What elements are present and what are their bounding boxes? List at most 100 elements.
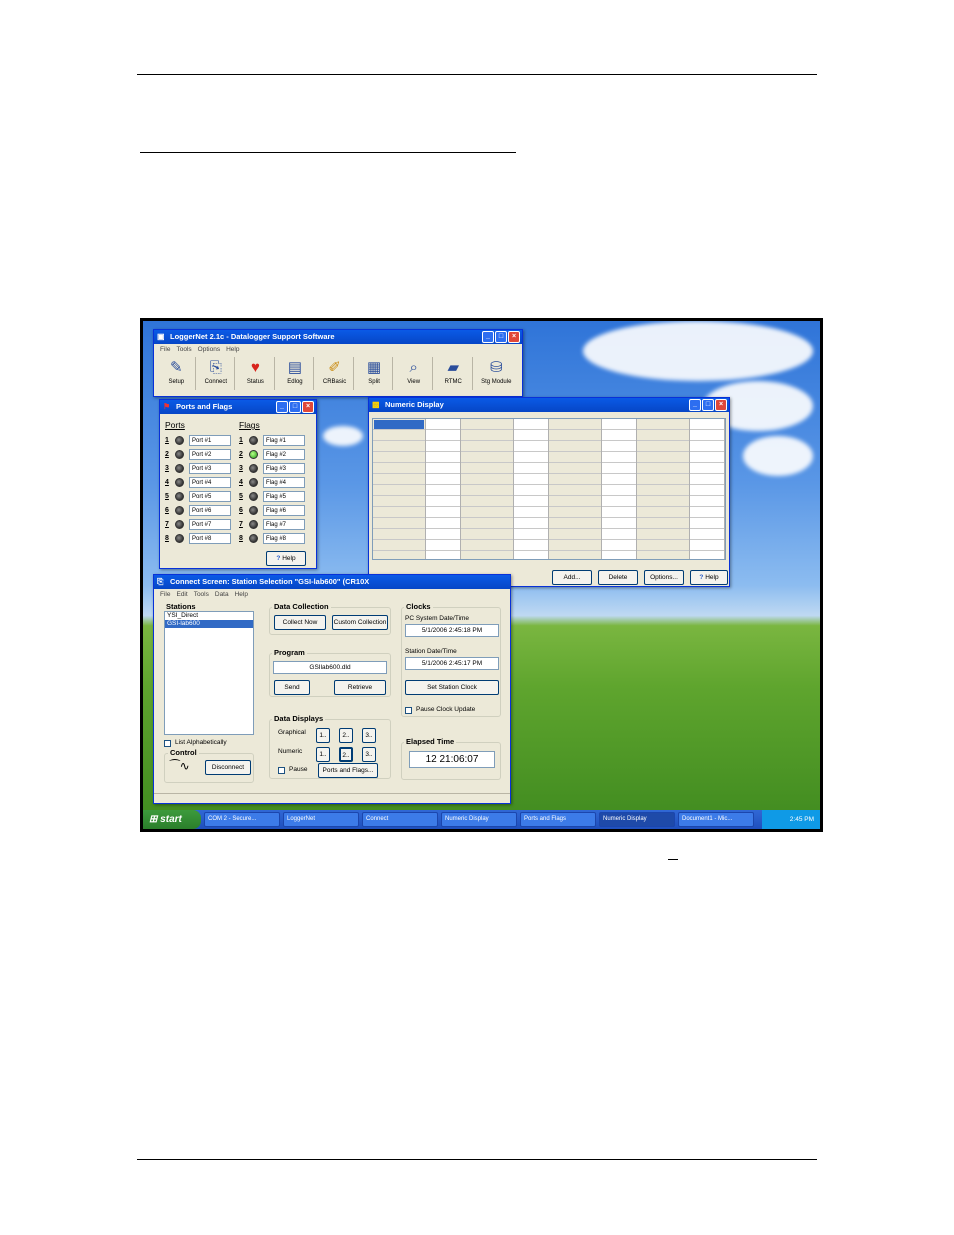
flag-name-field[interactable]: Flag #1 [263, 434, 305, 446]
flag-name-field[interactable]: Flag #2 [263, 448, 305, 460]
port-indicator-icon[interactable] [175, 477, 184, 487]
minimize-button[interactable]: _ [482, 331, 494, 343]
station-item[interactable]: YSI_Direct [165, 612, 253, 620]
menu-data[interactable]: Data [215, 589, 229, 600]
port-name-field[interactable]: Port #1 [189, 434, 231, 446]
retrieve-button[interactable]: Retrieve [334, 680, 386, 695]
flag-indicator-icon[interactable] [249, 477, 258, 487]
port-name-field[interactable]: Port #2 [189, 448, 231, 460]
taskbar-item[interactable]: Connect [362, 812, 438, 827]
setup-button[interactable]: ✎ Setup [158, 357, 196, 390]
numeric-3-button[interactable]: 3.. [362, 747, 376, 762]
close-button[interactable]: × [715, 399, 727, 411]
port-name-field[interactable]: Port #5 [189, 490, 231, 502]
numeric-2-button[interactable]: 2.. [339, 747, 353, 762]
options-button[interactable]: Options... [644, 570, 684, 585]
list-alphabetically-checkbox[interactable] [164, 740, 171, 747]
menu-file[interactable]: File [160, 344, 170, 355]
minimize-button[interactable]: _ [689, 399, 701, 411]
port-row: 4 Port #4 [165, 476, 231, 488]
port-indicator-icon[interactable] [175, 449, 184, 459]
minimize-button[interactable]: _ [276, 401, 288, 413]
maximize-button[interactable]: □ [289, 401, 301, 413]
port-indicator-icon[interactable] [175, 463, 184, 473]
pause-checkbox[interactable] [278, 767, 285, 774]
flag-name-field[interactable]: Flag #4 [263, 476, 305, 488]
disconnect-button[interactable]: Disconnect [205, 760, 251, 775]
menu-help[interactable]: Help [226, 344, 239, 355]
connect-button[interactable]: ⎘ Connect [198, 357, 236, 390]
numeric-display-titlebar[interactable]: ▩ Numeric Display _ □ × [369, 398, 729, 412]
flag-indicator-icon[interactable] [249, 491, 258, 501]
ports-flags-titlebar[interactable]: ⚑ Ports and Flags _ □ × [160, 400, 316, 414]
port-name-field[interactable]: Port #3 [189, 462, 231, 474]
close-button[interactable]: × [508, 331, 520, 343]
pause-clock-update-checkbox[interactable] [405, 707, 412, 714]
numeric-1-button[interactable]: 1.. [316, 747, 330, 762]
station-item-selected[interactable]: GSI-lab600 [165, 620, 253, 628]
tray-clock[interactable]: 2:45 PM [790, 816, 814, 823]
start-button[interactable]: ⊞ start [143, 810, 201, 829]
view-button[interactable]: ⌕ View [395, 357, 433, 390]
port-name-field[interactable]: Port #8 [189, 532, 231, 544]
graphical-2-button[interactable]: 2.. [339, 728, 353, 743]
taskbar-item[interactable]: Numeric Display [441, 812, 517, 827]
collect-now-button[interactable]: Collect Now [274, 615, 326, 630]
maximize-button[interactable]: □ [495, 331, 507, 343]
maximize-button[interactable]: □ [702, 399, 714, 411]
flag-name-field[interactable]: Flag #8 [263, 532, 305, 544]
taskbar-item[interactable]: Document1 - Mic... [678, 812, 754, 827]
taskbar-item-active[interactable]: Numeric Display [599, 812, 675, 827]
close-button[interactable]: × [302, 401, 314, 413]
graphical-1-button[interactable]: 1.. [316, 728, 330, 743]
flag-name-field[interactable]: Flag #3 [263, 462, 305, 474]
port-indicator-icon[interactable] [175, 533, 184, 543]
set-station-clock-button[interactable]: Set Station Clock [405, 680, 499, 695]
menu-help[interactable]: Help [235, 589, 248, 600]
delete-button[interactable]: Delete [598, 570, 638, 585]
graphical-3-button[interactable]: 3.. [362, 728, 376, 743]
stations-list[interactable]: YSI_Direct GSI-lab600 [164, 611, 254, 735]
crbasic-button[interactable]: ✐ CRBasic [316, 357, 354, 390]
program-file-field[interactable]: GSIlab600.dld [273, 661, 387, 674]
main-titlebar[interactable]: ▣ LoggerNet 2.1c - Datalogger Support So… [154, 330, 522, 344]
split-button[interactable]: ▦ Split [356, 357, 394, 390]
flag-name-field[interactable]: Flag #5 [263, 490, 305, 502]
menu-options[interactable]: Options [198, 344, 220, 355]
flag-name-field[interactable]: Flag #7 [263, 518, 305, 530]
port-name-field[interactable]: Port #7 [189, 518, 231, 530]
add-button[interactable]: Add... [552, 570, 592, 585]
port-indicator-icon[interactable] [175, 519, 184, 529]
port-name-field[interactable]: Port #6 [189, 504, 231, 516]
status-button[interactable]: ♥ Status [237, 357, 275, 390]
split-icon: ▦ [367, 359, 382, 376]
port-indicator-icon[interactable] [175, 491, 184, 501]
port-name-field[interactable]: Port #4 [189, 476, 231, 488]
menu-edit[interactable]: Edit [176, 589, 187, 600]
connect-titlebar[interactable]: ⎘ Connect Screen: Station Selection "GSI… [154, 575, 510, 589]
taskbar-item[interactable]: Ports and Flags [520, 812, 596, 827]
flag-indicator-icon[interactable] [249, 519, 258, 529]
help-button[interactable]: ? Help [266, 551, 306, 566]
flag-indicator-icon[interactable] [249, 505, 258, 515]
custom-collection-button[interactable]: Custom Collection [332, 615, 388, 630]
menu-tools[interactable]: Tools [194, 589, 209, 600]
help-button[interactable]: ? Help [690, 570, 728, 585]
ports-and-flags-button[interactable]: Ports and Flags... [318, 763, 378, 778]
taskbar-item[interactable]: COM 2 - Secure... [204, 812, 280, 827]
flag-indicator-icon[interactable] [249, 435, 258, 445]
flag-indicator-icon[interactable] [249, 533, 258, 543]
storage-module-button[interactable]: ⛁ Stg Module [475, 357, 518, 390]
send-button[interactable]: Send [274, 680, 310, 695]
edlog-button[interactable]: ▤ Edlog [277, 357, 315, 390]
flag-indicator-icon[interactable] [249, 463, 258, 473]
flag-indicator-icon[interactable] [249, 449, 258, 459]
menu-tools[interactable]: Tools [176, 344, 191, 355]
rtmc-button[interactable]: ▰ RTMC [435, 357, 473, 390]
numeric-grid[interactable] [372, 418, 726, 560]
port-indicator-icon[interactable] [175, 435, 184, 445]
menu-file[interactable]: File [160, 589, 170, 600]
taskbar-item[interactable]: LoggerNet [283, 812, 359, 827]
port-indicator-icon[interactable] [175, 505, 184, 515]
flag-name-field[interactable]: Flag #6 [263, 504, 305, 516]
